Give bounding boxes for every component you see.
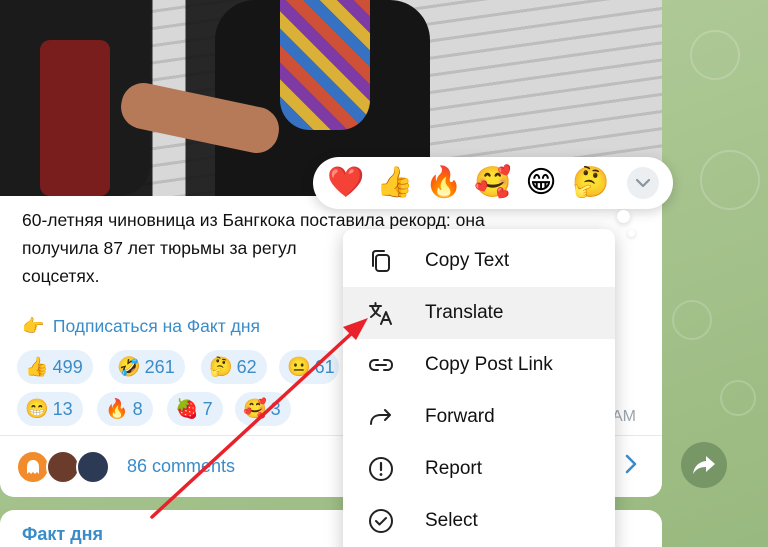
post-time: AM bbox=[612, 408, 636, 425]
menu-item-copy-text[interactable]: Copy Text bbox=[343, 235, 615, 287]
heart-icon[interactable]: ❤️ bbox=[327, 168, 364, 198]
menu-item-forward[interactable]: Forward bbox=[343, 391, 615, 443]
smiling-face-with-hearts-icon: 🥰 bbox=[243, 399, 267, 420]
reaction-neutral[interactable]: 😐 61 bbox=[279, 350, 339, 384]
thinking-face-icon: 🤔 bbox=[209, 357, 233, 378]
grinning-face-icon: 😁 bbox=[25, 399, 49, 420]
menu-item-label: Copy Post Link bbox=[425, 354, 553, 375]
reaction-count: 7 bbox=[202, 398, 213, 419]
menu-item-label: Forward bbox=[425, 406, 495, 427]
strawberry-icon: 🍓 bbox=[175, 399, 199, 420]
photo-scarf bbox=[280, 0, 370, 130]
reaction-count: 261 bbox=[144, 356, 175, 377]
forward-icon bbox=[370, 409, 391, 425]
rofl-icon: 🤣 bbox=[117, 357, 141, 378]
reaction-thinking[interactable]: 🤔 62 bbox=[201, 350, 267, 384]
menu-item-label: Select bbox=[425, 510, 478, 531]
pointing-hand-icon: 👉 bbox=[22, 316, 45, 336]
fire-icon: 🔥 bbox=[105, 399, 129, 420]
menu-item-report[interactable]: Report bbox=[343, 443, 615, 495]
report-icon bbox=[369, 457, 393, 481]
picker-tail-dot bbox=[628, 230, 635, 237]
reaction-rofl[interactable]: 🤣 261 bbox=[109, 350, 185, 384]
caption-line: получила 87 лет тюрьмы за регул bbox=[22, 238, 297, 258]
menu-item-translate[interactable]: Translate bbox=[343, 287, 615, 339]
reaction-thumbs-up[interactable]: 👍 499 bbox=[17, 350, 93, 384]
reaction-count: 3 bbox=[270, 398, 281, 419]
avatar bbox=[76, 450, 110, 484]
menu-item-label: Translate bbox=[425, 302, 504, 323]
reaction-count: 499 bbox=[52, 356, 83, 377]
caption-line: соцсетях. bbox=[22, 266, 100, 286]
reaction-count: 13 bbox=[52, 398, 73, 419]
reaction-picker: ❤️ 👍 🔥 🥰 😁 🤔 bbox=[313, 157, 673, 209]
channel-name[interactable]: Факт дня bbox=[22, 524, 103, 545]
copy-icon bbox=[372, 250, 390, 272]
photo-red-shirt bbox=[40, 40, 110, 196]
translate-icon bbox=[369, 302, 392, 325]
thinking-face-icon[interactable]: 🤔 bbox=[572, 168, 609, 198]
reaction-count: 8 bbox=[132, 398, 143, 419]
menu-item-copy-post-link[interactable]: Copy Post Link bbox=[343, 339, 615, 391]
expand-reactions-button[interactable] bbox=[627, 167, 659, 199]
select-icon bbox=[369, 509, 393, 533]
grinning-face-icon[interactable]: 😁 bbox=[523, 168, 559, 198]
thumbs-up-icon[interactable]: 👍 bbox=[376, 168, 413, 198]
reaction-fire[interactable]: 🔥 8 bbox=[97, 392, 153, 426]
share-arrow-icon bbox=[693, 456, 715, 474]
context-menu: Copy Text Translate Copy Post Link Forwa… bbox=[343, 229, 615, 547]
menu-item-label: Report bbox=[425, 458, 483, 479]
picker-tail-dot bbox=[617, 210, 630, 223]
thumbs-up-icon: 👍 bbox=[25, 357, 49, 378]
reaction-count: 62 bbox=[236, 356, 257, 377]
menu-item-select[interactable]: Select bbox=[343, 495, 615, 547]
reaction-smiling-hearts[interactable]: 🥰 3 bbox=[235, 392, 291, 426]
avatar bbox=[16, 450, 50, 484]
neutral-face-icon: 😐 bbox=[287, 357, 311, 378]
comments-link[interactable]: 86 comments bbox=[127, 456, 235, 477]
menu-item-label: Copy Text bbox=[425, 250, 510, 271]
reaction-strawberry[interactable]: 🍓 7 bbox=[167, 392, 223, 426]
link-icon bbox=[368, 359, 394, 371]
fire-icon[interactable]: 🔥 bbox=[425, 168, 462, 198]
post-caption: 60-летняя чиновница из Бангкока поставил… bbox=[22, 206, 485, 290]
share-button[interactable] bbox=[681, 442, 727, 488]
smiling-face-with-hearts-icon[interactable]: 🥰 bbox=[474, 168, 511, 198]
reaction-grin[interactable]: 😁 13 bbox=[17, 392, 83, 426]
chevron-right-icon bbox=[624, 453, 638, 481]
chevron-down-icon bbox=[635, 178, 651, 188]
avatar bbox=[46, 450, 80, 484]
subscribe-link[interactable]: 👉 Подписаться на Факт дня bbox=[22, 316, 260, 337]
subscribe-link-label: Подписаться на Факт дня bbox=[52, 316, 260, 336]
reaction-count: 61 bbox=[314, 356, 335, 377]
